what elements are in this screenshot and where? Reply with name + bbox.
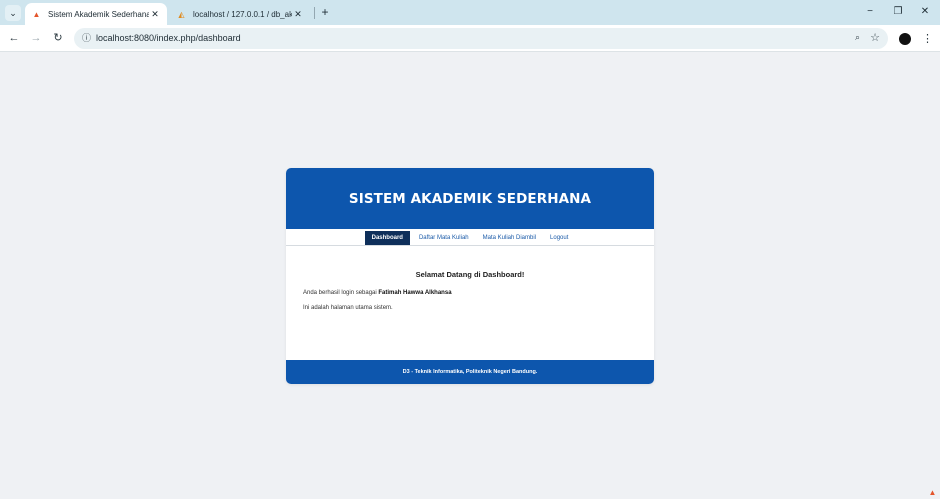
dashboard-content: Selamat Datang di Dashboard! Anda berhas… xyxy=(286,246,654,360)
main-card: SISTEM AKADEMIK SEDERHANA Dashboard Daft… xyxy=(286,168,654,384)
nav-mata-kuliah-diambil[interactable]: Mata Kuliah Diambil xyxy=(476,231,543,245)
phpmyadmin-icon: ◭ xyxy=(178,9,185,19)
address-url[interactable]: localhost:8080/index.php/dashboard xyxy=(96,33,241,43)
forward-arrow-icon[interactable]: → xyxy=(29,31,43,45)
site-info-icon[interactable]: ⓘ xyxy=(80,32,93,45)
zoom-icon[interactable]: ⌕ xyxy=(855,32,860,43)
browser-toolbar: ← → ↻ ⓘ localhost:8080/index.php/dashboa… xyxy=(0,25,940,52)
close-tab-icon[interactable]: ✕ xyxy=(149,9,161,20)
profile-avatar-icon[interactable] xyxy=(899,33,911,45)
browser-tab-bar: ⌄ ▲ Sistem Akademik Sederhana ✕ ◭ localh… xyxy=(0,0,940,25)
bookmark-star-icon[interactable]: ☆ xyxy=(870,31,880,44)
nav-logout[interactable]: Logout xyxy=(543,231,575,245)
flame-icon: ▲ xyxy=(32,9,41,19)
app-title: SISTEM AKADEMIK SEDERHANA xyxy=(348,190,592,207)
tab-separator xyxy=(314,7,315,19)
welcome-heading: Selamat Datang di Dashboard! xyxy=(415,270,525,279)
tab-search-chevron-down-icon[interactable]: ⌄ xyxy=(5,5,21,21)
nav-daftar-mata-kuliah[interactable]: Daftar Mata Kuliah xyxy=(412,231,476,245)
tab-title: localhost / 127.0.0.1 / db_akade xyxy=(193,9,292,19)
app-header: SISTEM AKADEMIK SEDERHANA xyxy=(286,168,654,229)
info-text: Ini adalah halaman utama sistem. xyxy=(303,305,393,311)
flame-icon[interactable]: ▲ xyxy=(928,488,937,497)
app-footer: D3 - Teknik Informatika, Politeknik Nege… xyxy=(286,360,654,384)
login-prefix: Anda berhasil login sebagai xyxy=(303,290,379,296)
close-tab-icon[interactable]: ✕ xyxy=(292,9,304,20)
browser-tab-active[interactable]: ▲ Sistem Akademik Sederhana ✕ xyxy=(25,3,167,25)
back-arrow-icon[interactable]: ← xyxy=(7,31,21,45)
browser-tab-inactive[interactable]: ◭ localhost / 127.0.0.1 / db_akade ✕ xyxy=(170,3,310,25)
nav-dashboard[interactable]: Dashboard xyxy=(364,230,410,245)
close-window-icon[interactable]: ✕ xyxy=(915,4,935,20)
browser-menu-icon[interactable]: ⋮ xyxy=(922,31,933,47)
login-status-text: Anda berhasil login sebagai Fatimah Haww… xyxy=(303,290,452,296)
app-nav: Dashboard Daftar Mata Kuliah Mata Kuliah… xyxy=(286,230,654,246)
footer-text: D3 - Teknik Informatika, Politeknik Nege… xyxy=(402,369,538,375)
address-bar[interactable]: ⓘ localhost:8080/index.php/dashboard ⌕ ☆ xyxy=(74,28,888,49)
minimize-icon[interactable]: − xyxy=(860,4,880,20)
tab-title: Sistem Akademik Sederhana xyxy=(48,9,149,19)
user-name: Fatimah Hawwa Alkhansa xyxy=(378,290,452,296)
new-tab-plus-icon[interactable]: + xyxy=(318,5,332,19)
restore-icon[interactable]: ❐ xyxy=(888,4,908,20)
reload-icon[interactable]: ↻ xyxy=(51,31,65,45)
